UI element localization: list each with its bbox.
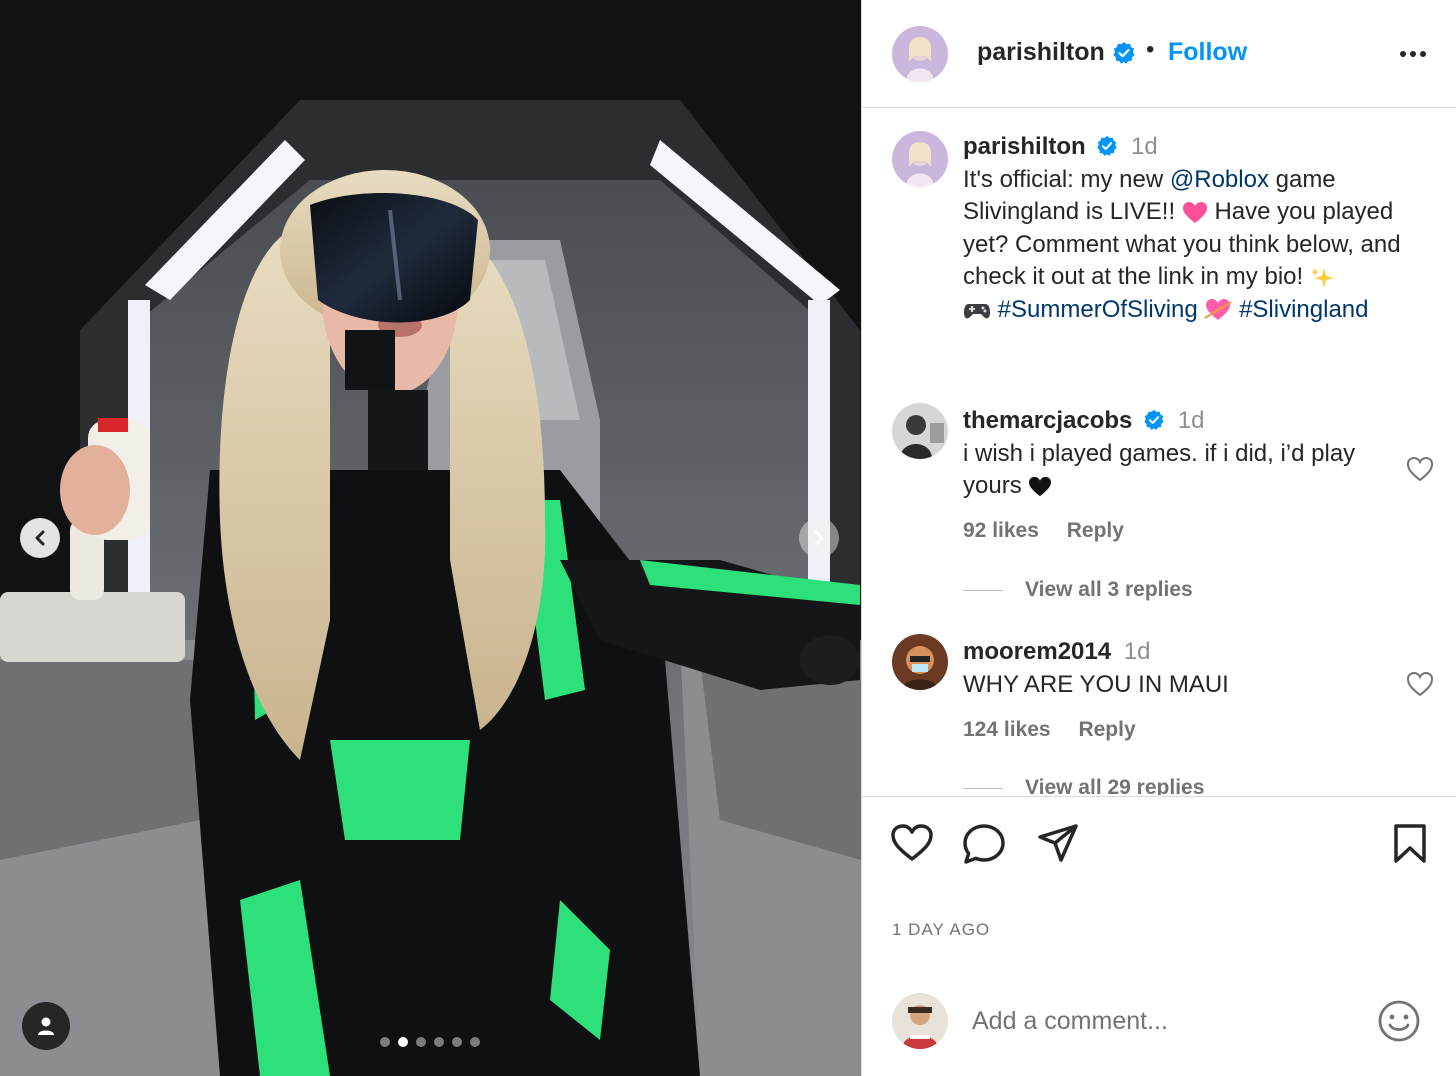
like-icon[interactable]: [890, 823, 934, 863]
comment-reply-button[interactable]: Reply: [1078, 718, 1135, 741]
carousel-dot: [380, 1037, 390, 1047]
hashtag-link[interactable]: #SummerOfSliving: [998, 296, 1198, 323]
header-separator: •: [1146, 36, 1155, 63]
post-media[interactable]: [0, 0, 861, 1076]
comment-icon[interactable]: [962, 823, 1006, 865]
replies-divider: [963, 787, 1003, 789]
replies-divider: [963, 589, 1003, 591]
chevron-right-icon: [814, 530, 824, 546]
post-actions-bar: [862, 796, 1456, 886]
sparkles-icon: [1310, 267, 1334, 288]
chevron-left-icon: [35, 530, 45, 546]
caption-username[interactable]: parishilton: [963, 133, 1086, 160]
comment-meta: 92 likes Reply: [963, 519, 1146, 543]
caption-text-part: It's official: my new: [963, 165, 1170, 193]
comment-time: 1d: [1177, 407, 1205, 434]
current-user-avatar: [892, 993, 948, 1049]
caption-time: 1d: [1131, 133, 1158, 160]
view-replies-label: View all 3 replies: [1025, 578, 1193, 601]
comment-likes-count[interactable]: 124 likes: [963, 718, 1051, 741]
save-icon[interactable]: [1392, 823, 1428, 865]
carousel-dot: [416, 1037, 426, 1047]
comment-text: themarcjacobs 1d i wish i played games. …: [963, 405, 1403, 503]
carousel-indicator: [380, 1037, 480, 1047]
author-username[interactable]: parishilton: [977, 38, 1105, 67]
carousel-dot: [470, 1037, 480, 1047]
comment-text: moorem2014 1d WHY ARE YOU IN MAUI: [963, 636, 1403, 701]
verified-badge-icon: [1113, 42, 1135, 64]
view-replies-button[interactable]: View all 29 replies: [963, 776, 1204, 795]
black-heart-icon: [1029, 476, 1052, 496]
caption-text: parishilton 1d It's official: my new @Ro…: [963, 131, 1433, 326]
pink-heart-icon: [1182, 201, 1207, 223]
author-avatar[interactable]: [892, 26, 948, 82]
comment-like-icon[interactable]: [1405, 455, 1435, 483]
more-options-icon[interactable]: [1397, 38, 1429, 70]
hashtag-link[interactable]: #Slivingland: [1239, 296, 1368, 323]
post-details-panel: parishilton • Follow parishilton 1d It's…: [861, 0, 1456, 1076]
view-replies-button[interactable]: View all 3 replies: [963, 578, 1193, 602]
commenter-avatar[interactable]: [892, 403, 948, 459]
post-timestamp: 1 DAY AGO: [892, 920, 991, 939]
carousel-dot: [452, 1037, 462, 1047]
comment-message: i wish i played games. if i did, i’d pla…: [963, 439, 1356, 500]
carousel-previous-button[interactable]: [20, 518, 60, 558]
follow-button[interactable]: Follow: [1168, 38, 1247, 67]
comment-reply-button[interactable]: Reply: [1067, 519, 1124, 542]
post-photo: [0, 0, 861, 1076]
comment-message: WHY ARE YOU IN MAUI: [963, 670, 1229, 698]
user-tags-button[interactable]: [22, 1002, 70, 1050]
carousel-next-button[interactable]: [799, 518, 839, 558]
comment-likes-count[interactable]: 92 likes: [963, 519, 1039, 542]
commenter-avatar[interactable]: [892, 634, 948, 690]
mention-link[interactable]: @Roblox: [1170, 166, 1269, 193]
commenter-username[interactable]: moorem2014: [963, 638, 1111, 665]
game-controller-icon: [964, 304, 990, 319]
heart-with-arrow-icon: [1204, 299, 1232, 321]
post-header: parishilton • Follow: [862, 0, 1456, 108]
carousel-dot: [398, 1037, 408, 1047]
view-replies-label: View all 29 replies: [1025, 776, 1205, 795]
comment-like-icon[interactable]: [1405, 670, 1435, 698]
verified-badge-icon: [1144, 409, 1164, 430]
user-tag-icon: [38, 1017, 54, 1035]
caption-author-avatar[interactable]: [892, 131, 948, 187]
add-comment-input[interactable]: [972, 1002, 1352, 1040]
comments-section[interactable]: parishilton 1d It's official: my new @Ro…: [862, 109, 1456, 795]
verified-badge-icon: [1097, 135, 1118, 156]
emoji-picker-icon[interactable]: [1377, 999, 1421, 1043]
commenter-username[interactable]: themarcjacobs: [963, 407, 1132, 434]
comment-meta: 124 likes Reply: [963, 718, 1158, 742]
comment-time: 1d: [1123, 638, 1151, 665]
share-icon[interactable]: [1036, 823, 1080, 863]
add-comment-bar: [862, 970, 1456, 1076]
carousel-dot: [434, 1037, 444, 1047]
